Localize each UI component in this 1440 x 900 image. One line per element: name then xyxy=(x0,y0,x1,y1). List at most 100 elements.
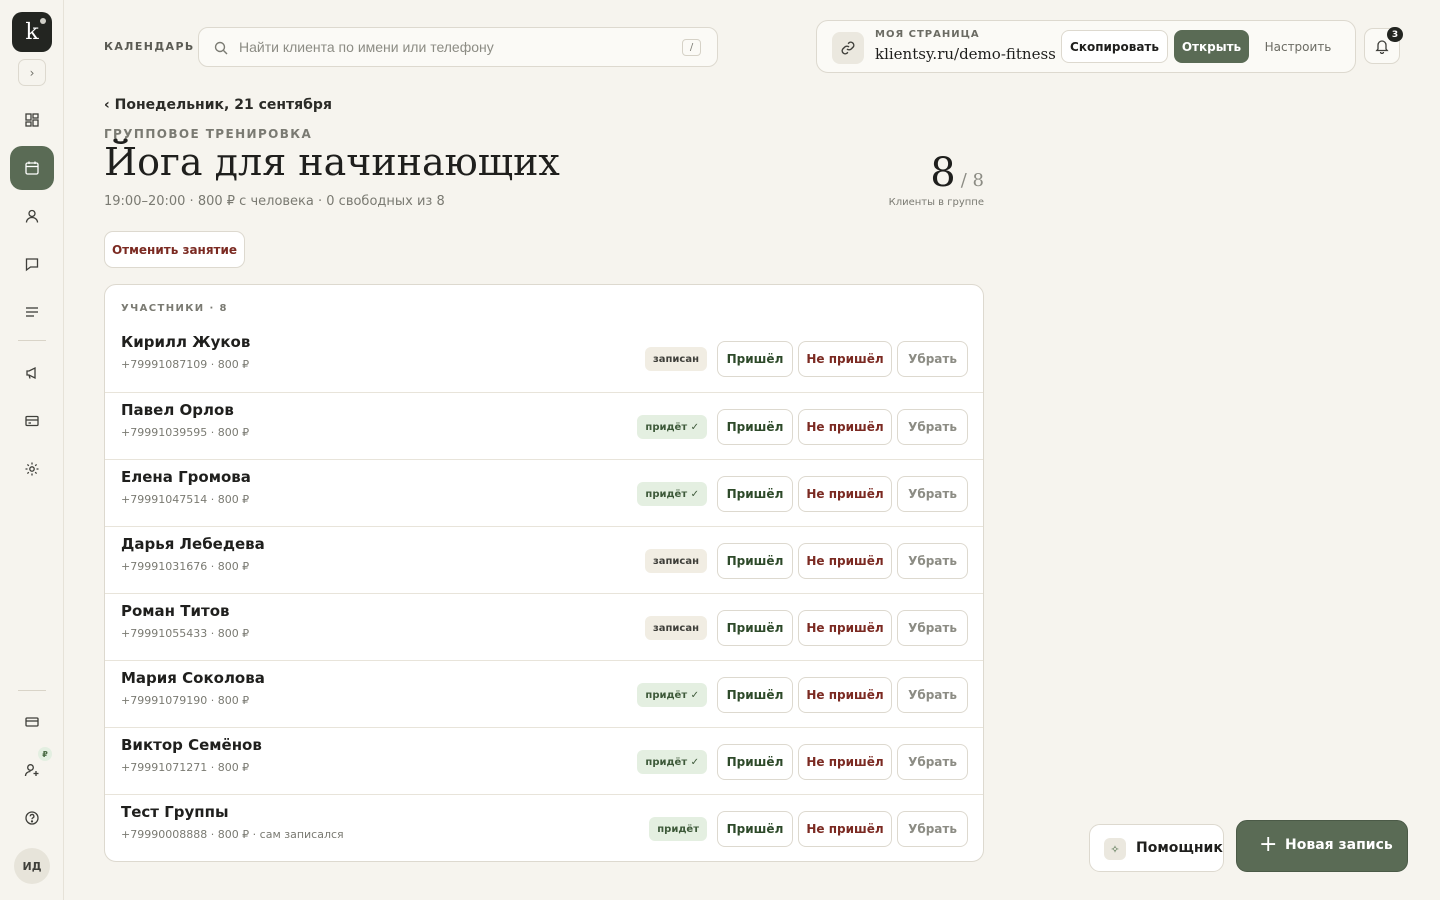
sidebar-item-messages[interactable] xyxy=(10,242,54,286)
session-meta: 19:00–20:00 · 800 ₽ с человека · 0 свобо… xyxy=(104,194,445,209)
participant-name[interactable]: Тест Группы xyxy=(121,803,229,821)
remove-button[interactable]: Убрать xyxy=(897,543,968,579)
logo[interactable]: k xyxy=(12,12,52,52)
expand-sidebar-button[interactable]: › xyxy=(18,59,46,86)
user-plus-icon xyxy=(24,764,39,777)
remove-button[interactable]: Убрать xyxy=(897,476,968,512)
sidebar-divider-bottom xyxy=(18,690,46,691)
back-to-day-link[interactable]: ‹ Понедельник, 21 сентября xyxy=(104,97,332,113)
missed-button[interactable]: Не пришёл xyxy=(798,677,892,713)
participant-details: +79991047514 · 800 ₽ xyxy=(121,493,250,506)
sidebar-item-marketing[interactable] xyxy=(10,351,54,395)
section-label: КАЛЕНДАРЬ xyxy=(104,40,195,53)
megaphone-icon xyxy=(26,366,36,380)
came-button[interactable]: Пришёл xyxy=(717,610,793,646)
came-button[interactable]: Пришёл xyxy=(717,811,793,847)
open-page-button[interactable]: Открыть xyxy=(1174,30,1249,63)
logo-dot xyxy=(40,18,46,24)
sidebar-item-calendar[interactable] xyxy=(10,146,54,190)
table-row: Виктор Семёнов +79991071271 · 800 ₽ придёт… xyxy=(105,727,983,794)
cancel-session-button[interactable]: Отменить занятие xyxy=(104,231,245,268)
user-icon xyxy=(25,209,39,223)
participant-details: +79991087109 · 800 ₽ xyxy=(121,358,250,371)
remove-button[interactable]: Убрать xyxy=(897,341,968,377)
sparkle-icon: ✧ xyxy=(1104,838,1126,860)
search-shortcut-hint: / xyxy=(682,39,701,56)
status-badge: придёт xyxy=(649,817,707,841)
assistant-button[interactable]: ✧ Помощник xyxy=(1089,824,1224,872)
participants-card: УЧАСТНИКИ · 8 Кирилл Жуков +79991087109 ·… xyxy=(104,284,984,862)
my-page-label: МОЯ СТРАНИЦА xyxy=(875,29,980,40)
missed-button[interactable]: Не пришёл xyxy=(798,744,892,780)
sidebar-item-dashboard[interactable] xyxy=(10,98,54,142)
notifications-badge: 3 xyxy=(1387,27,1403,42)
came-button[interactable]: Пришёл xyxy=(717,677,793,713)
sidebar-item-payments[interactable] xyxy=(10,399,54,443)
participant-name[interactable]: Роман Титов xyxy=(121,602,230,620)
link-icon xyxy=(841,41,855,55)
participant-details: +79991071271 · 800 ₽ xyxy=(121,761,250,774)
search-icon xyxy=(214,41,228,55)
came-button[interactable]: Пришёл xyxy=(717,476,793,512)
card-icon xyxy=(25,717,39,727)
status-badge: придёт ✓ xyxy=(637,683,707,707)
remove-button[interactable]: Убрать xyxy=(897,744,968,780)
participant-name[interactable]: Павел Орлов xyxy=(121,401,234,419)
new-record-button[interactable]: + Новая запись xyxy=(1236,820,1408,872)
participant-name[interactable]: Виктор Семёнов xyxy=(121,736,262,754)
came-button[interactable]: Пришёл xyxy=(717,341,793,377)
calendar-icon xyxy=(25,161,39,175)
group-counter: 8 / 8 xyxy=(880,150,984,196)
my-page-panel: МОЯ СТРАНИЦА klientsy.ru/demo-fitness Ск… xyxy=(816,20,1356,73)
search-input[interactable] xyxy=(239,28,669,66)
session-type: ГРУППОВОЕ ТРЕНИРОВКА xyxy=(104,127,313,141)
group-counter-label: Клиенты в группе xyxy=(888,197,984,208)
participant-name[interactable]: Кирилл Жуков xyxy=(121,333,250,351)
remove-button[interactable]: Убрать xyxy=(897,811,968,847)
status-badge: записан xyxy=(644,549,707,573)
table-row: Павел Орлов +79991039595 · 800 ₽ придёт ✓ П… xyxy=(105,392,983,459)
remove-button[interactable]: Убрать xyxy=(897,610,968,646)
avatar[interactable]: ИД xyxy=(14,848,50,884)
group-capacity: / 8 xyxy=(960,170,984,191)
participant-details: +79990008888 · 800 ₽ · сам записался xyxy=(121,828,344,841)
participant-name[interactable]: Мария Соколова xyxy=(121,669,265,687)
copy-link-button[interactable]: Скопировать xyxy=(1061,30,1168,63)
participant-details: +79991039595 · 800 ₽ xyxy=(121,426,250,439)
came-button[interactable]: Пришёл xyxy=(717,744,793,780)
table-row: Тест Группы +79990008888 · 800 ₽ · сам за… xyxy=(105,794,983,861)
remove-button[interactable]: Убрать xyxy=(897,677,968,713)
sidebar-item-list[interactable] xyxy=(10,290,54,334)
dashboard-icon xyxy=(25,113,39,127)
bell-icon xyxy=(1375,40,1389,54)
participant-name[interactable]: Елена Громова xyxy=(121,468,251,486)
status-badge: записан xyxy=(644,616,707,640)
sidebar-item-help[interactable] xyxy=(10,796,54,840)
wallet-icon xyxy=(25,415,39,427)
remove-button[interactable]: Убрать xyxy=(897,409,968,445)
missed-button[interactable]: Не пришёл xyxy=(798,409,892,445)
missed-button[interactable]: Не пришёл xyxy=(798,476,892,512)
table-row: Кирилл Жуков +79991087109 · 800 ₽ записан П… xyxy=(105,325,983,392)
participant-name[interactable]: Дарья Лебедева xyxy=(121,535,265,553)
table-row: Дарья Лебедева +79991031676 · 800 ₽ записа… xyxy=(105,526,983,593)
table-row: Роман Титов +79991055433 · 800 ₽ записан Пр… xyxy=(105,593,983,660)
missed-button[interactable]: Не пришёл xyxy=(798,610,892,646)
currency-badge: ₽ xyxy=(38,747,52,761)
sidebar-item-billing[interactable] xyxy=(10,700,54,744)
missed-button[interactable]: Не пришёл xyxy=(798,811,892,847)
table-row: Елена Громова +79991047514 · 800 ₽ придёт … xyxy=(105,459,983,526)
sidebar-item-settings[interactable] xyxy=(10,447,54,491)
group-count: 8 xyxy=(930,150,956,196)
participant-details: +79991079190 · 800 ₽ xyxy=(121,694,250,707)
missed-button[interactable]: Не пришёл xyxy=(798,543,892,579)
setup-page-button[interactable]: Настроить xyxy=(1257,30,1339,63)
sidebar-item-clients[interactable] xyxy=(10,194,54,238)
participants-title: УЧАСТНИКИ · 8 xyxy=(121,303,228,314)
came-button[interactable]: Пришёл xyxy=(717,543,793,579)
participant-details: +79991055433 · 800 ₽ xyxy=(121,627,250,640)
new-record-label: Новая запись xyxy=(1285,837,1393,853)
missed-button[interactable]: Не пришёл xyxy=(798,341,892,377)
came-button[interactable]: Пришёл xyxy=(717,409,793,445)
page-title: Йога для начинающих xyxy=(104,140,560,184)
